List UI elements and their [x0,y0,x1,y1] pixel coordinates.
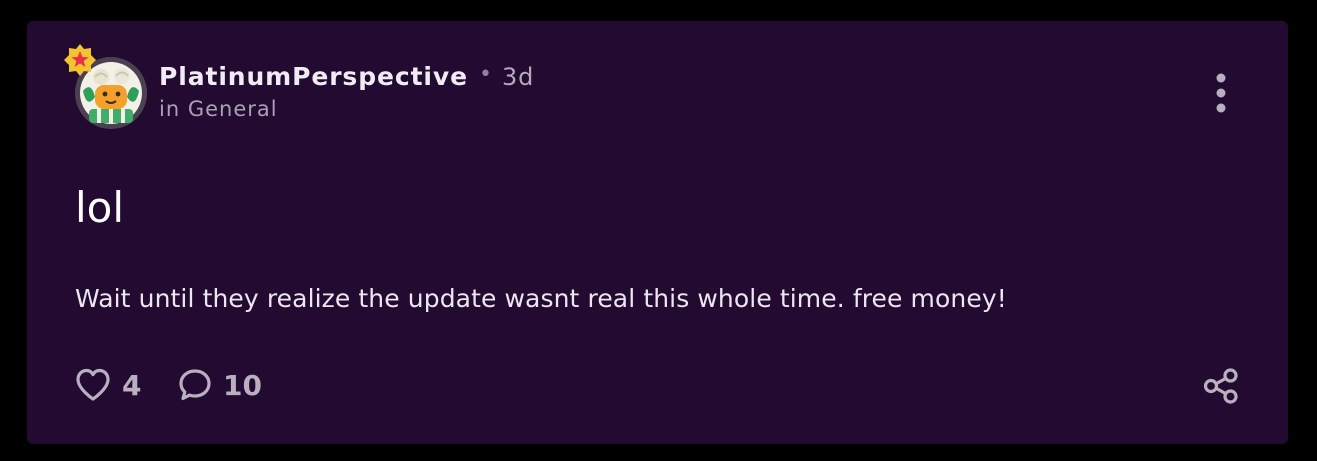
author-avatar[interactable] [64,44,147,129]
like-button[interactable]: 4 [74,365,141,405]
post-body: Wait until they realize the update wasnt… [75,284,1007,313]
star-badge-icon [63,43,97,77]
share-icon [1203,368,1238,404]
comment-button[interactable]: 10 [177,365,262,405]
meta-separator: • [479,62,492,87]
share-button[interactable] [1201,366,1241,406]
post-timestamp: 3d [502,63,535,91]
comment-count: 10 [223,368,262,402]
post-title: lol [75,183,125,232]
heart-outline-icon [76,368,110,401]
more-options-button[interactable] [1203,71,1239,115]
author-name[interactable]: PlatinumPerspective [159,62,468,91]
more-vertical-icon [1216,73,1226,113]
speech-bubble-icon [179,369,211,401]
post-card[interactable]: PlatinumPerspective • 3d in General lol … [27,21,1288,444]
like-count: 4 [122,368,142,402]
community-label[interactable]: in General [159,97,278,121]
